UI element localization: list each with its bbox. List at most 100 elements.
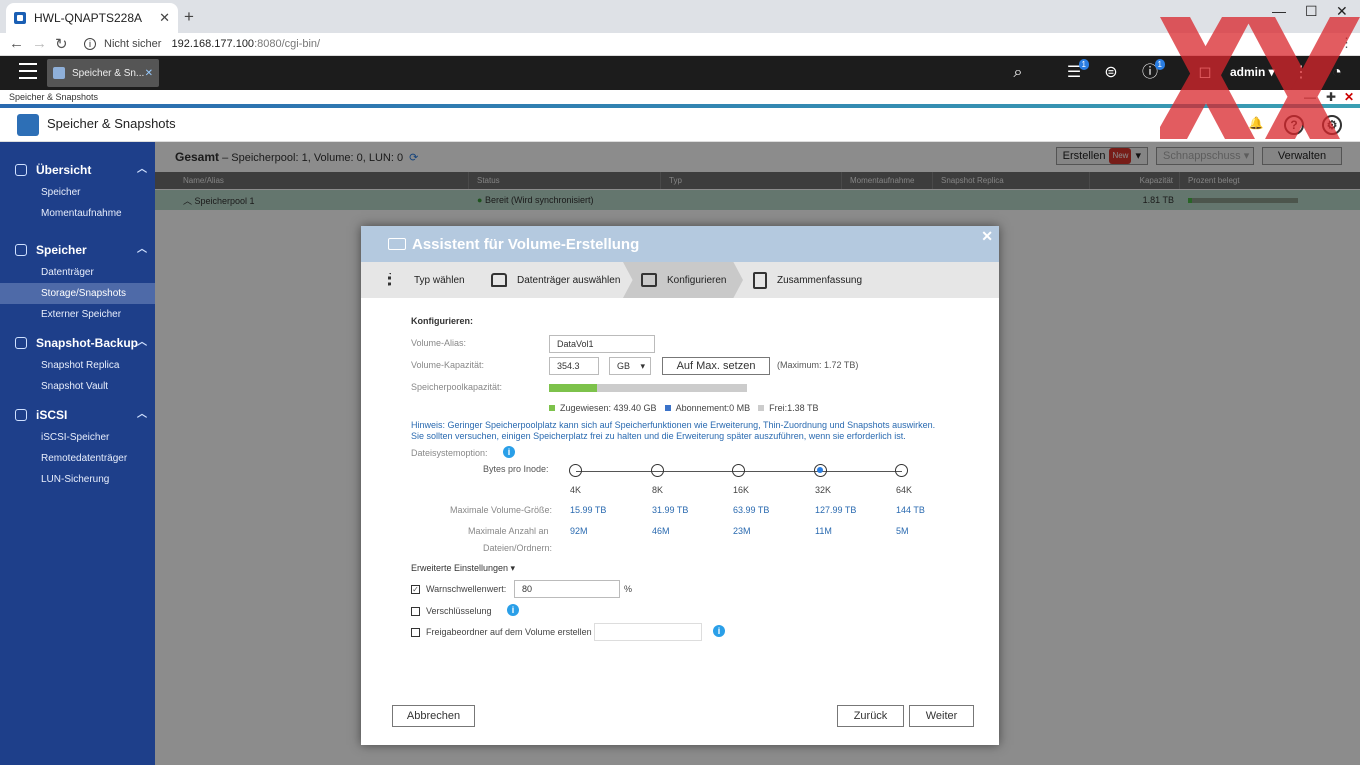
sidebar-item-externer-speicher[interactable]: Externer Speicher [0,304,155,325]
inode-label: 16K [733,485,750,495]
step-label: Typ wählen [414,274,465,286]
clipboard-icon [753,271,767,289]
collapse-chevron-icon[interactable]: ︿ [137,238,147,262]
shared-folder-checkbox[interactable] [411,628,420,637]
maximize-window-icon[interactable]: ✚ [1326,90,1336,104]
encryption-checkbox[interactable] [411,607,420,616]
max-size-value: 31.99 TB [652,505,689,515]
cancel-button[interactable]: Abbrechen [392,705,475,727]
close-tab-icon[interactable]: ✕ [159,10,170,26]
sidebar-item-snapshot-replica[interactable]: Snapshot Replica [0,355,155,376]
inode-option-4k[interactable] [569,464,582,477]
legend-allocated: Zugewiesen: 439.40 GB [549,403,657,413]
browser-tab[interactable]: HWL-QNAPTS228A ✕ [6,3,178,33]
max-files-value: 92M [570,526,588,536]
sidebar-item-datentraeger[interactable]: Datenträger [0,262,155,283]
overview-icon [15,164,27,176]
user-avatar-icon[interactable]: ◻ [1194,62,1216,84]
close-app-window-icon[interactable]: ✕ [1344,90,1354,104]
max-files-value: 5M [896,526,909,536]
main-menu-icon[interactable] [19,63,37,79]
dropdown-arrow-icon: ▾ [640,361,645,371]
volume-alias-input[interactable]: DataVol1 [549,335,655,353]
section-heading: Konfigurieren: [411,316,473,326]
inode-option-16k[interactable] [732,464,745,477]
sidebar-item-momentaufnahme[interactable]: Momentaufnahme [0,203,155,224]
next-button[interactable]: Weiter [909,705,974,727]
sidebar-item-iscsi-speicher[interactable]: iSCSI-Speicher [0,427,155,448]
storage-app-icon [53,67,65,79]
more-options-icon[interactable]: ⋮ [1290,62,1312,84]
info-badge: 1 [1154,59,1165,70]
search-icon[interactable]: ⌕ [1007,62,1029,84]
sidebar-item-lun-sicherung[interactable]: LUN-Sicherung [0,469,155,490]
capacity-legend: Zugewiesen: 439.40 GB Abonnement:0 MB Fr… [549,403,818,413]
qts-top-bar: Speicher & Sn... ✕ ⌕ ☰ 1 ⊜ ⓘ 1 ◻ admin ▾ ⋮… [0,56,1360,90]
sidebar-item-storage-snapshots[interactable]: Storage/Snapshots [0,283,155,304]
sidebar-item-snapshot-vault[interactable]: Snapshot Vault [0,376,155,397]
capacity-label: Volume-Kapazität: [411,360,485,370]
collapse-chevron-icon[interactable]: ︿ [137,331,147,355]
collapse-chevron-icon[interactable]: ︿ [137,403,147,427]
max-files-value: 23M [733,526,751,536]
close-dialog-icon[interactable]: ✕ [981,228,993,245]
shared-folder-label: Freigabeordner auf dem Volume erstellen [426,627,592,637]
unit-select[interactable]: GB ▾ [609,357,651,375]
event-notification-icon[interactable]: ⓘ 1 [1139,59,1165,84]
forward-icon[interactable]: → [32,35,47,52]
collapse-chevron-icon[interactable]: ︿ [137,158,147,182]
close-app-icon[interactable]: ✕ [145,68,153,79]
warn-threshold-input[interactable]: 80 [514,580,620,598]
fs-option-label: Dateisystemoption: [411,448,488,458]
alias-label: Volume-Alias: [411,338,467,348]
sidebar-section-snapshot-backup[interactable]: Snapshot-Backup ︿ [0,331,155,355]
notification-icon[interactable]: 🔔 [1246,115,1266,135]
bytes-per-inode-label: Bytes pro Inode: [483,464,549,474]
storage-icon [15,244,27,256]
pool-capacity-bar [549,384,747,392]
sidebar-section-overview[interactable]: Übersicht ︿ [0,158,155,182]
app-header: Speicher & Snapshots 🔔 ? ⚙ [0,108,1360,142]
wizard-title: Assistent für Volume-Erstellung [412,235,640,253]
set-max-button[interactable]: Auf Max. setzen [662,357,770,375]
encryption-info-icon[interactable]: i [507,604,519,616]
settings-gear-icon[interactable]: ⚙ [1322,115,1342,135]
inode-label: 32K [815,485,832,495]
sidebar-item-remotedatentraeger[interactable]: Remotedatenträger [0,448,155,469]
dashboard-icon[interactable]: ◔ [1326,62,1348,84]
list-icon [388,273,404,287]
info-icon[interactable]: i [84,38,96,50]
volume-capacity-input[interactable]: 354.3 [549,357,599,375]
shared-folder-info-icon[interactable]: i [713,625,725,637]
reload-icon[interactable]: ↻ [55,35,68,53]
unit-value: GB [617,361,631,371]
max-size-value: 127.99 TB [815,505,857,515]
shared-folder-input[interactable] [594,623,702,641]
sidebar-section-storage[interactable]: Speicher ︿ [0,238,155,262]
sidebar-section-iscsi[interactable]: iSCSI ︿ [0,403,155,427]
url-field[interactable]: i Nicht sicher 192.168.177.100:8080/cgi-… [78,34,1298,54]
inode-option-32k[interactable] [814,464,827,477]
minimize-icon[interactable]: — [1272,3,1286,19]
sidebar-item-speicher[interactable]: Speicher [0,182,155,203]
inode-option-8k[interactable] [651,464,664,477]
minimize-window-icon[interactable]: — [1304,90,1316,104]
legend-free-text: Frei:1.38 TB [769,403,819,413]
browser-menu-icon[interactable]: ⋮ [1340,35,1353,51]
back-icon[interactable]: ← [9,35,24,52]
advanced-settings-toggle[interactable]: Erweiterte Einstellungen ▾ [411,563,515,574]
back-button[interactable]: Zurück [837,705,904,727]
fs-info-icon[interactable]: i [503,446,515,458]
app-taskbar-tab[interactable]: Speicher & Sn... ✕ [47,59,159,87]
max-files-label-2: Dateien/Ordnern: [483,543,553,553]
inode-option-64k[interactable] [895,464,908,477]
warn-threshold-label: Warnschwellenwert: [426,584,507,594]
new-tab-icon[interactable]: + [184,7,194,27]
maximize-icon[interactable]: ☐ [1305,3,1318,20]
warn-threshold-checkbox[interactable]: ✓ [411,585,420,594]
background-tasks-icon[interactable]: ☰ 1 [1063,59,1089,84]
close-window-icon[interactable]: ✕ [1336,3,1348,20]
user-menu[interactable]: admin ▾ [1230,65,1275,79]
help-icon[interactable]: ? [1284,115,1304,135]
external-device-icon[interactable]: ⊜ [1100,62,1122,84]
